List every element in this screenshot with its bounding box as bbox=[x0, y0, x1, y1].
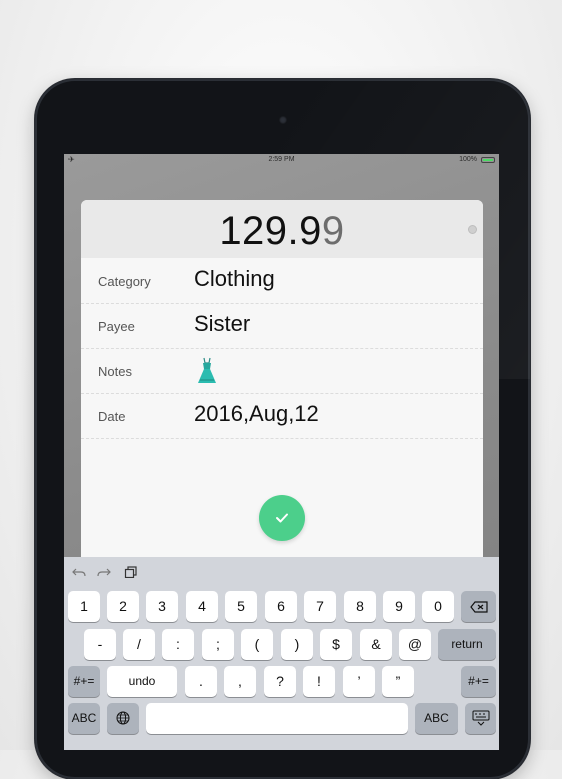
dismiss-keyboard-key[interactable] bbox=[465, 703, 496, 734]
battery-icon bbox=[481, 157, 495, 163]
key-apostrophe[interactable]: ’ bbox=[343, 666, 375, 697]
screen: ✈ 2:59 PM 100% 129.99 Category Clothing … bbox=[64, 154, 499, 750]
key-2[interactable]: 2 bbox=[107, 591, 139, 622]
key-colon[interactable]: : bbox=[162, 629, 194, 660]
key-6[interactable]: 6 bbox=[265, 591, 297, 622]
transaction-card: 129.99 Category Clothing Payee Sister No… bbox=[81, 200, 483, 600]
check-icon bbox=[276, 513, 288, 523]
return-key[interactable]: return bbox=[438, 629, 496, 660]
key-3[interactable]: 3 bbox=[146, 591, 178, 622]
amount-last-digit: 9 bbox=[321, 209, 345, 253]
notes-row[interactable]: Notes bbox=[81, 348, 483, 394]
category-label: Category bbox=[98, 274, 151, 289]
amount-bar[interactable]: 129.99 bbox=[81, 200, 483, 258]
key-7[interactable]: 7 bbox=[304, 591, 336, 622]
key-close-paren[interactable]: ) bbox=[281, 629, 313, 660]
keyboard-dismiss-icon bbox=[472, 710, 489, 726]
symbols-key-right[interactable]: #+= bbox=[461, 666, 496, 697]
redo-icon[interactable] bbox=[97, 566, 111, 578]
keyboard-shortcut-bar bbox=[64, 557, 499, 587]
status-bar: ✈ 2:59 PM 100% bbox=[64, 154, 499, 166]
key-4[interactable]: 4 bbox=[186, 591, 218, 622]
key-1[interactable]: 1 bbox=[68, 591, 100, 622]
payee-value[interactable]: Sister bbox=[194, 311, 250, 337]
key-period[interactable]: . bbox=[185, 666, 217, 697]
abc-key-right[interactable]: ABC bbox=[415, 703, 458, 734]
key-open-paren[interactable]: ( bbox=[241, 629, 273, 660]
payee-row[interactable]: Payee Sister bbox=[81, 303, 483, 349]
paste-icon[interactable] bbox=[124, 566, 138, 578]
date-value[interactable]: 2016,Aug,12 bbox=[194, 401, 319, 427]
key-at[interactable]: @ bbox=[399, 629, 431, 660]
amount-value: 129.9 bbox=[219, 209, 322, 253]
category-row[interactable]: Category Clothing bbox=[81, 258, 483, 304]
date-row[interactable]: Date 2016,Aug,12 bbox=[81, 393, 483, 439]
delete-icon bbox=[469, 601, 488, 613]
globe-key[interactable] bbox=[107, 703, 139, 734]
globe-icon bbox=[116, 711, 130, 725]
undo-key[interactable]: undo bbox=[107, 666, 177, 697]
key-ampersand[interactable]: & bbox=[360, 629, 392, 660]
key-semicolon[interactable]: ; bbox=[202, 629, 234, 660]
abc-key-left[interactable]: ABC bbox=[68, 703, 100, 734]
status-time: 2:59 PM bbox=[268, 156, 295, 163]
payee-label: Payee bbox=[98, 319, 135, 334]
key-question[interactable]: ? bbox=[264, 666, 296, 697]
key-quote[interactable]: ” bbox=[382, 666, 414, 697]
symbols-key-left[interactable]: #+= bbox=[68, 666, 100, 697]
undo-icon[interactable] bbox=[72, 566, 86, 578]
key-dash[interactable]: - bbox=[84, 629, 116, 660]
keyboard: 1 2 3 4 5 6 7 8 9 0 - / : ; ( ) $ & @ re… bbox=[64, 557, 499, 750]
front-camera bbox=[279, 116, 287, 124]
key-9[interactable]: 9 bbox=[383, 591, 415, 622]
key-8[interactable]: 8 bbox=[344, 591, 376, 622]
space-key[interactable] bbox=[146, 703, 408, 734]
date-label: Date bbox=[98, 409, 126, 424]
key-slash[interactable]: / bbox=[123, 629, 155, 660]
key-0[interactable]: 0 bbox=[422, 591, 454, 622]
amount-display[interactable]: 129.99 bbox=[81, 209, 483, 254]
key-dollar[interactable]: $ bbox=[320, 629, 352, 660]
notes-label: Notes bbox=[98, 364, 132, 379]
battery-percent: 100% bbox=[459, 156, 477, 163]
confirm-button[interactable] bbox=[259, 495, 305, 541]
key-5[interactable]: 5 bbox=[225, 591, 257, 622]
clear-amount-button[interactable] bbox=[468, 225, 477, 234]
key-exclamation[interactable]: ! bbox=[303, 666, 335, 697]
key-comma[interactable]: , bbox=[224, 666, 256, 697]
category-value[interactable]: Clothing bbox=[194, 266, 275, 292]
delete-key[interactable] bbox=[461, 591, 496, 622]
dress-icon[interactable] bbox=[194, 356, 220, 386]
